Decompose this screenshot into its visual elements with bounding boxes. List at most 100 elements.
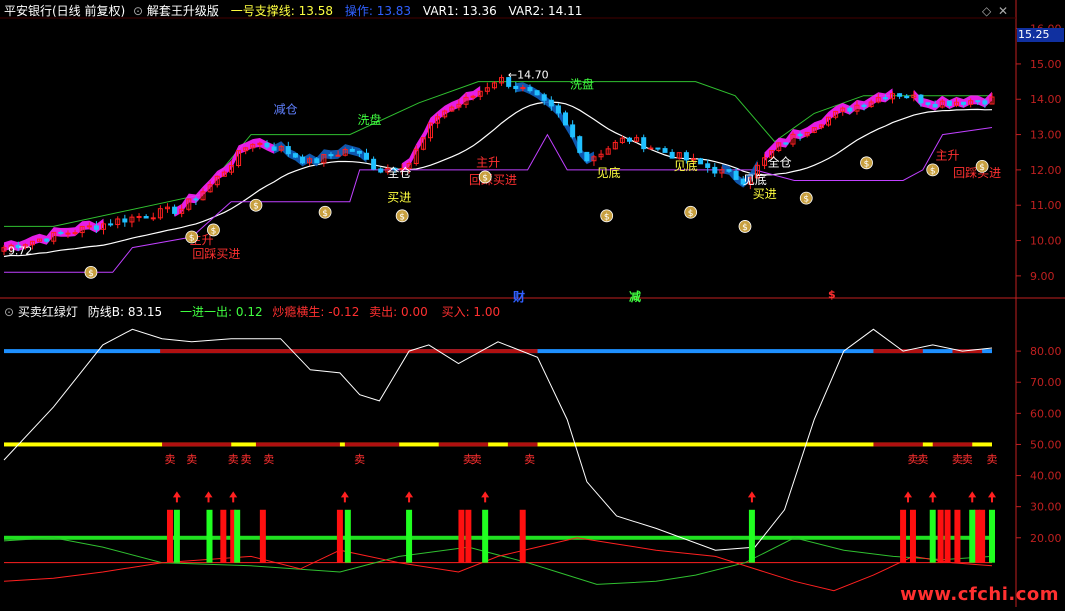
candle-body: [584, 151, 590, 162]
indicator-dropdown-icon[interactable]: ⊙: [133, 4, 143, 18]
diamond-icon[interactable]: ◇: [982, 4, 991, 18]
candle-body: [143, 216, 149, 219]
candle-body: [705, 163, 711, 168]
sell-mark-label: 卖: [471, 453, 482, 466]
sell-bar: [937, 509, 944, 563]
buy-bar: [173, 509, 180, 563]
money-bag-icon: $: [738, 220, 752, 233]
buy-arrow-icon: [340, 491, 349, 503]
buy-bar: [969, 509, 976, 563]
sell-bar: [944, 509, 951, 563]
candle-body: [698, 158, 704, 165]
buy-arrow-icon: [747, 491, 756, 503]
stock-title[interactable]: 平安银行(日线 前复权): [4, 4, 125, 18]
money-bag-icon: $: [185, 230, 199, 244]
candle-body: [314, 158, 320, 164]
band-50-red: [932, 442, 973, 447]
chart-annotation: 主升: [476, 155, 500, 169]
candle-body: [982, 100, 988, 105]
buy-bar: [929, 509, 936, 563]
candle-body: [797, 133, 803, 137]
chart-annotation: 回踩买进: [469, 173, 517, 187]
oscillator-green-line: [3, 537, 993, 585]
candle-body: [108, 223, 114, 226]
band-80-red: [160, 349, 251, 354]
main-axis-label: 11.00: [1030, 199, 1062, 212]
sub-dropdown-icon[interactable]: ⊙: [4, 305, 14, 319]
sub-indicator-name[interactable]: 买卖红绿灯: [18, 305, 78, 319]
chart-annotation: 洗盘: [570, 77, 594, 92]
indicator-name[interactable]: 解套王升级版: [147, 4, 219, 18]
buy-bar: [344, 509, 351, 563]
candle-body: [563, 112, 569, 126]
chart-annotation: 主升: [936, 148, 960, 162]
sell-bar: [458, 509, 465, 563]
candle-body: [861, 104, 867, 108]
buy-bar: [482, 509, 489, 563]
candle-body: [44, 238, 50, 242]
candle-body: [65, 232, 71, 235]
money-bag-symbol: $: [688, 209, 694, 219]
candle-body: [335, 154, 341, 157]
sell-bar: [900, 509, 907, 563]
sell-bar: [259, 509, 266, 563]
chart-annotation: 减仓: [274, 102, 298, 116]
buy-arrow-icon: [988, 491, 996, 503]
sub-axis-label: 60.00: [1030, 407, 1062, 420]
money-bag-symbol: $: [322, 209, 328, 219]
candle-body: [86, 225, 92, 228]
candle-body: [932, 103, 938, 108]
band-20: [4, 535, 992, 540]
sell-mark-label: 卖: [524, 453, 535, 466]
money-bag-icon: $: [860, 156, 873, 169]
candle-body: [527, 87, 533, 92]
watermark: www.cfchi.com: [900, 584, 1059, 605]
money-bag-symbol: $: [211, 226, 217, 236]
candle-body: [882, 97, 888, 100]
sell-mark-label: 卖: [987, 453, 998, 466]
sell-bar: [166, 509, 173, 563]
band-50-red: [507, 442, 538, 447]
chart-annotation: 洗盘: [358, 112, 382, 127]
candle-body: [534, 90, 540, 96]
op-label: 操作:: [344, 4, 373, 18]
candle-body: [783, 142, 789, 145]
oscillator-white-line: [3, 328, 993, 551]
money-bag-icon: $: [318, 205, 332, 219]
candle-body: [626, 137, 632, 142]
chart-annotation: 见底: [674, 158, 698, 173]
event-marker-cai[interactable]: 财: [513, 288, 525, 305]
candle-body: [918, 94, 924, 104]
candle-body: [150, 217, 156, 220]
var2-value: VAR2: 14.11: [508, 4, 583, 18]
sell-bar: [336, 509, 343, 563]
candle-body: [520, 87, 526, 90]
candle-body: [641, 137, 647, 150]
trend-ribbon: [515, 82, 594, 165]
chart-svg: 16.0015.0014.0013.0012.0011.0010.009.008…: [0, 0, 1065, 607]
buy-bar: [234, 509, 241, 563]
candle-body: [513, 85, 519, 90]
event-marker-dollar[interactable]: $: [828, 288, 836, 301]
money-bag-icon: $: [799, 191, 813, 205]
money-bag-symbol: $: [930, 166, 936, 176]
buy-arrow-icon: [204, 491, 213, 503]
candle-body: [349, 148, 355, 152]
main-axis-label: 10.00: [1030, 235, 1062, 248]
event-marker-jian[interactable]: 减: [629, 288, 641, 305]
candle-body: [648, 147, 654, 150]
money-bag-symbol: $: [979, 163, 985, 173]
op-value: 13.83: [376, 4, 412, 18]
main-axis-label: 13.00: [1030, 129, 1062, 142]
buy-arrow-icon: [481, 491, 490, 503]
candle-body: [577, 136, 583, 153]
money-bag-icon: $: [600, 209, 614, 222]
main-header: 平安银行(日线 前复权) ⊙ 解套王升级版 一号支撑线: 13.58 操作: 1…: [4, 4, 582, 18]
candle-body: [356, 150, 362, 154]
sell-bar: [220, 509, 227, 563]
trend-ribbon: [913, 89, 992, 111]
close-icon[interactable]: ✕: [998, 4, 1008, 18]
sell-bar: [465, 509, 472, 563]
sub-axis-label: 50.00: [1030, 438, 1062, 451]
band-50-red: [255, 442, 340, 447]
